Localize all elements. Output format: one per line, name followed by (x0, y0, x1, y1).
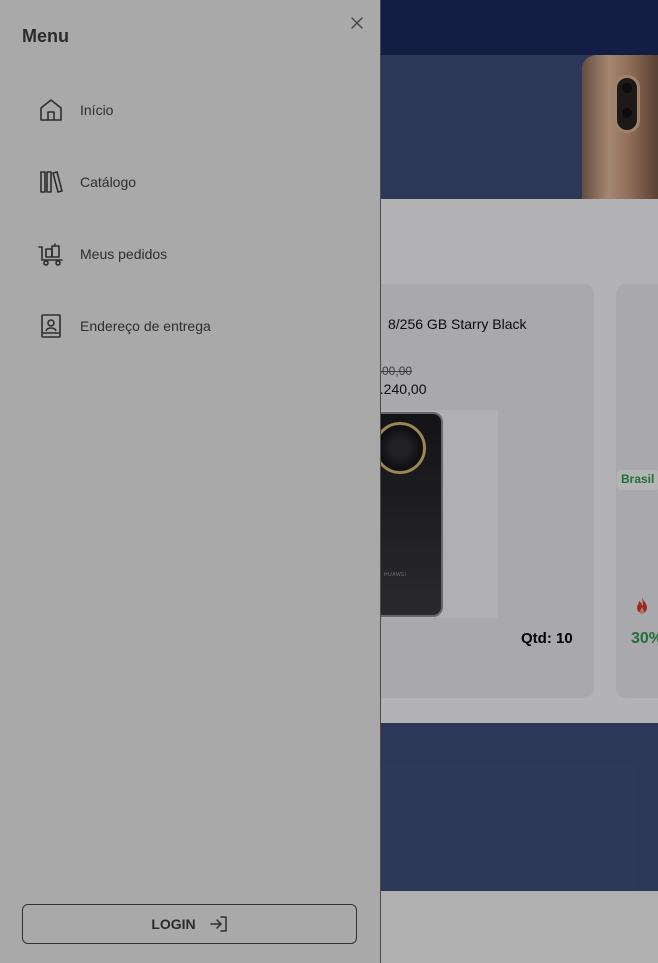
close-button[interactable] (346, 12, 368, 34)
menu-title: Menu (22, 26, 69, 46)
menu-item-label: Catálogo (80, 174, 137, 190)
menu-item-label: Meus pedidos (80, 246, 168, 262)
menu-item-endereco[interactable]: Endereço de entrega (36, 306, 356, 346)
books-icon (36, 167, 66, 197)
menu-item-inicio[interactable]: Início (36, 90, 356, 130)
menu-item-catalogo[interactable]: Catálogo (36, 162, 356, 202)
menu-item-label: Endereço de entrega (80, 318, 211, 334)
login-button[interactable]: LOGIN (22, 904, 357, 944)
close-icon (351, 17, 363, 29)
side-menu-drawer: Menu Início Catálogo Meus pedidos Endere… (0, 0, 381, 963)
home-icon (36, 95, 66, 125)
address-book-icon (36, 311, 66, 341)
menu-item-label: Início (80, 102, 114, 118)
login-arrow-icon (209, 916, 227, 932)
login-label: LOGIN (151, 916, 196, 932)
cart-icon (36, 239, 66, 269)
menu-item-meus-pedidos[interactable]: Meus pedidos (36, 234, 356, 274)
